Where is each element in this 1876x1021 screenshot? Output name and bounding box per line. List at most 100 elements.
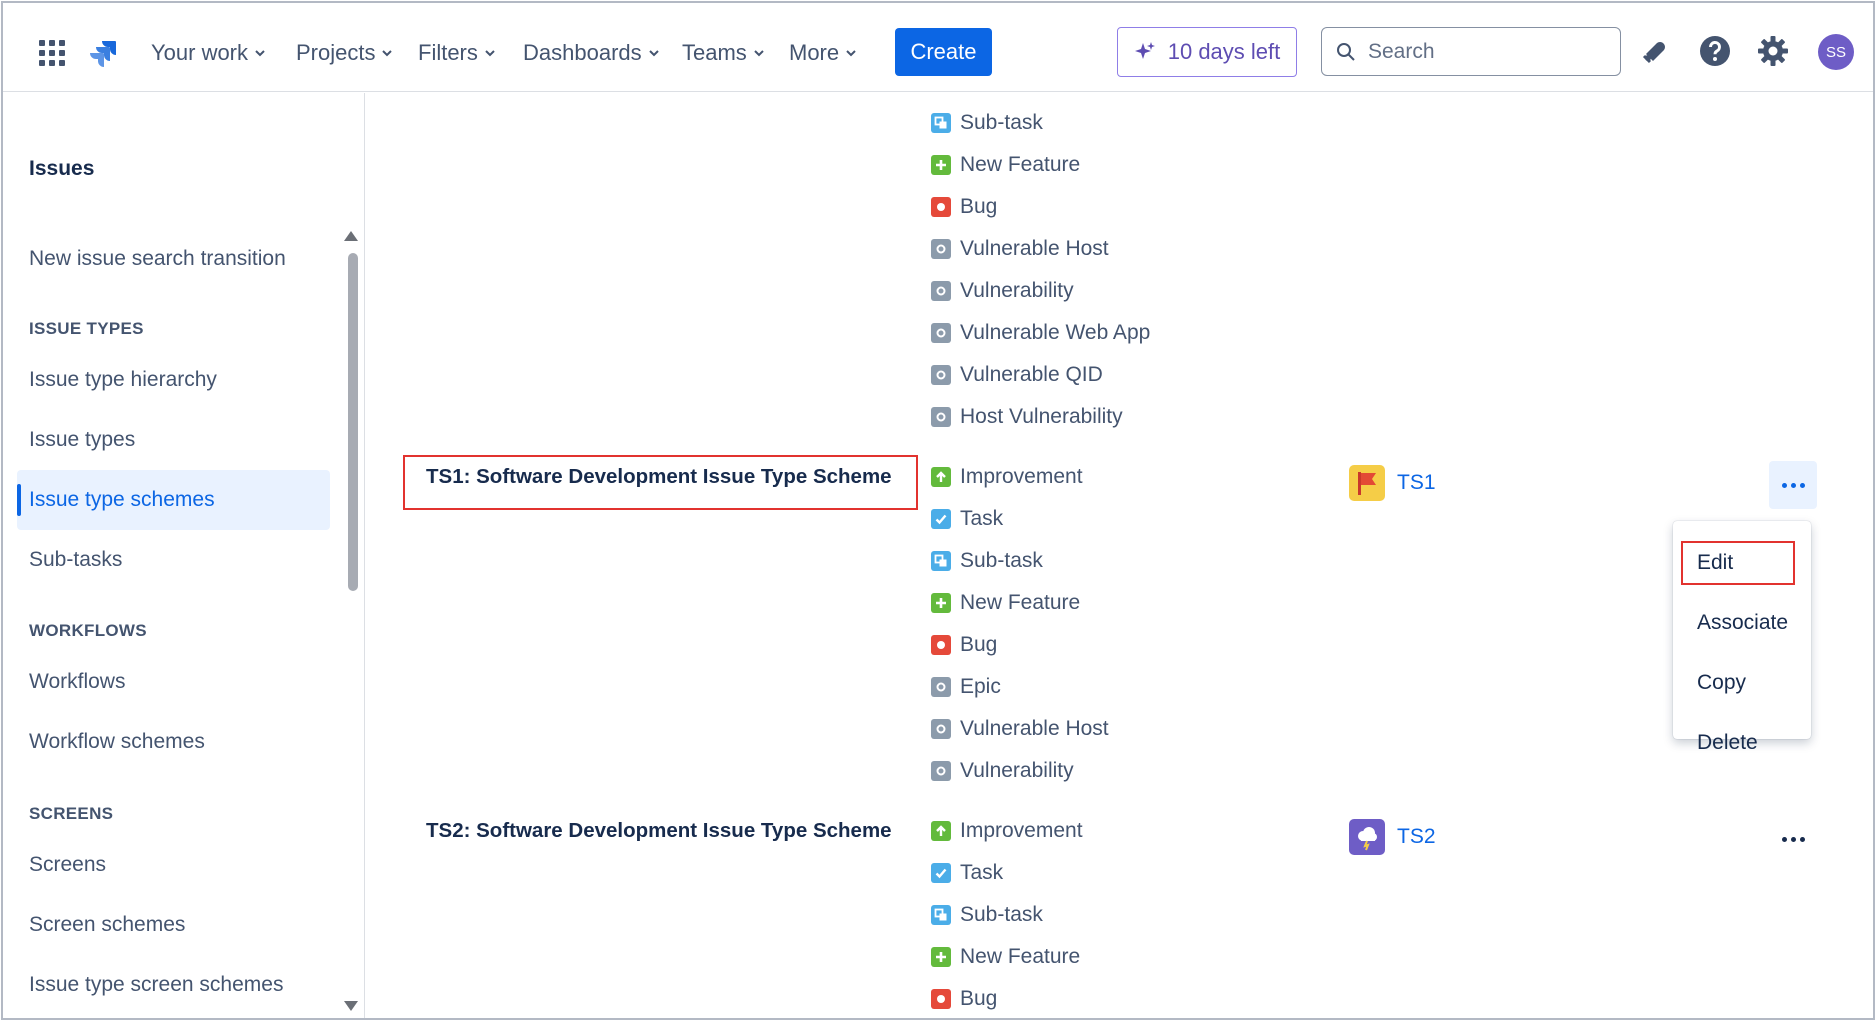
sidebar-item-label: New issue search transition [29, 247, 286, 270]
nav-projects[interactable]: Projects [296, 37, 393, 69]
nav-projects-label: Projects [296, 40, 376, 65]
scheme-actions-more-button[interactable] [1769, 815, 1817, 863]
chevron-down-icon [846, 50, 856, 57]
sidebar-scrollbar-thumb[interactable] [348, 253, 358, 591]
scheme-actions-menu: Edit Associate Copy Delete [1673, 521, 1811, 754]
sidebar-section-issue-types: ISSUE TYPES [29, 319, 144, 338]
issue-type-label: Vulnerable QID [960, 363, 1103, 386]
notifications-icon[interactable] [1637, 33, 1673, 69]
generic-type-icon [931, 761, 951, 781]
issue-type-item: New Feature [931, 588, 1080, 618]
issue-type-item: Bug [931, 984, 997, 1014]
trial-days-left-button[interactable]: 10 days left [1117, 27, 1297, 77]
nav-filters-label: Filters [418, 40, 478, 65]
issue-type-item: New Feature [931, 150, 1080, 180]
trial-days-left-label: 10 days left [1167, 39, 1281, 64]
app-switcher-icon[interactable] [39, 40, 65, 66]
project-key-label: TS1 [1397, 471, 1436, 494]
nav-dashboards[interactable]: Dashboards [523, 37, 660, 69]
sidebar: Issues New issue search transition ISSUE… [3, 93, 365, 1018]
nav-more-label: More [789, 40, 840, 65]
issue-type-label: New Feature [960, 153, 1081, 176]
subtask-type-icon [931, 551, 951, 571]
sidebar-item-label: Screens [29, 853, 107, 876]
new-feature-type-icon [931, 593, 951, 613]
issue-type-label: Vulnerable Host [960, 237, 1109, 260]
issue-type-item: New Feature [931, 942, 1080, 972]
bug-type-icon [931, 635, 951, 655]
nav-teams[interactable]: Teams [682, 37, 765, 69]
issue-type-label: Task [960, 507, 1004, 530]
sidebar-item-issue-type-schemes[interactable]: Issue type schemes [17, 470, 330, 530]
issue-type-item: Sub-task [931, 546, 1043, 576]
nav-your-work[interactable]: Your work [151, 37, 266, 69]
sidebar-item-issue-type-screen-schemes[interactable]: Issue type screen schemes [17, 955, 330, 1015]
new-feature-type-icon [931, 947, 951, 967]
issue-type-item: Vulnerable QID [931, 360, 1103, 390]
project-link-ts2[interactable]: TS2 [1349, 819, 1436, 855]
chevron-down-icon [382, 50, 393, 57]
sidebar-item-sub-tasks[interactable]: Sub-tasks [17, 530, 330, 590]
chevron-down-icon [485, 50, 495, 57]
sidebar-item-new-issue-search-transition[interactable]: New issue search transition [17, 229, 330, 289]
issue-type-schemes-list: Sub-task New Feature Bug Vulnerable Host… [366, 93, 1873, 1018]
user-avatar[interactable]: SS [1818, 34, 1854, 70]
scroll-up-arrow-icon[interactable] [344, 231, 358, 241]
menu-item-copy[interactable]: Copy [1697, 671, 1746, 695]
sidebar-section-screens: SCREENS [29, 804, 114, 823]
issue-type-item: Improvement [931, 462, 1083, 492]
search-input[interactable]: Search [1321, 27, 1621, 76]
sidebar-item-issue-type-hierarchy[interactable]: Issue type hierarchy [17, 350, 330, 410]
settings-gear-icon[interactable] [1755, 33, 1791, 69]
menu-item-delete[interactable]: Delete [1697, 731, 1758, 755]
issue-type-label: Improvement [960, 465, 1083, 488]
issue-type-label: Vulnerable Host [960, 717, 1109, 740]
nav-more[interactable]: More [789, 37, 857, 69]
app-window: Your work Projects Filters Dashboards Te… [1, 1, 1875, 1020]
sidebar-item-label: Issue type schemes [29, 488, 215, 511]
sidebar-item-screens[interactable]: Screens [17, 835, 330, 895]
nav-teams-label: Teams [682, 40, 747, 65]
issue-type-label: Sub-task [960, 549, 1043, 572]
sidebar-item-screen-schemes[interactable]: Screen schemes [17, 895, 330, 955]
top-navigation: Your work Projects Filters Dashboards Te… [3, 3, 1873, 92]
issue-type-label: Vulnerable Web App [960, 321, 1151, 344]
issue-type-label: Improvement [960, 819, 1083, 842]
jira-logo-icon[interactable] [87, 37, 119, 69]
scroll-down-arrow-icon[interactable] [344, 1001, 358, 1011]
bug-type-icon [931, 197, 951, 217]
issue-type-label: New Feature [960, 945, 1081, 968]
help-icon[interactable] [1697, 33, 1733, 69]
nav-dashboards-label: Dashboards [523, 40, 642, 65]
scheme-name-ts2: TS2: Software Development Issue Type Sch… [426, 819, 892, 842]
sidebar-title: Issues [29, 157, 95, 180]
chevron-down-icon [255, 50, 265, 57]
sidebar-item-label: Workflow schemes [29, 730, 205, 753]
sparkle-icon [1134, 42, 1155, 59]
chevron-down-icon [754, 50, 764, 57]
sidebar-item-workflow-schemes[interactable]: Workflow schemes [17, 712, 330, 772]
issue-type-label: Bug [960, 633, 998, 656]
issue-type-label: Bug [960, 195, 998, 218]
generic-type-icon [931, 323, 951, 343]
search-icon [1337, 42, 1355, 61]
sidebar-section-workflows: WORKFLOWS [29, 621, 147, 640]
menu-item-associate[interactable]: Associate [1697, 611, 1788, 635]
nav-filters[interactable]: Filters [418, 37, 496, 69]
improvement-type-icon [931, 467, 951, 487]
chevron-down-icon [648, 50, 659, 57]
search-placeholder: Search [1368, 39, 1435, 63]
issue-type-label: Bug [960, 987, 998, 1010]
sidebar-item-workflows[interactable]: Workflows [17, 652, 330, 712]
issue-type-item: Bug [931, 630, 997, 660]
sidebar-item-label: Issue type screen schemes [29, 973, 284, 996]
issue-type-label: Vulnerability [960, 279, 1074, 302]
menu-item-edit[interactable]: Edit [1697, 551, 1733, 575]
issue-type-item: Vulnerability [931, 276, 1074, 306]
issue-type-item: Task [931, 858, 1003, 888]
scheme-actions-more-button[interactable] [1769, 461, 1817, 509]
create-button[interactable]: Create [895, 28, 992, 76]
generic-type-icon [931, 407, 951, 427]
sidebar-item-issue-types[interactable]: Issue types [17, 410, 330, 470]
project-link-ts1[interactable]: TS1 [1349, 465, 1436, 501]
